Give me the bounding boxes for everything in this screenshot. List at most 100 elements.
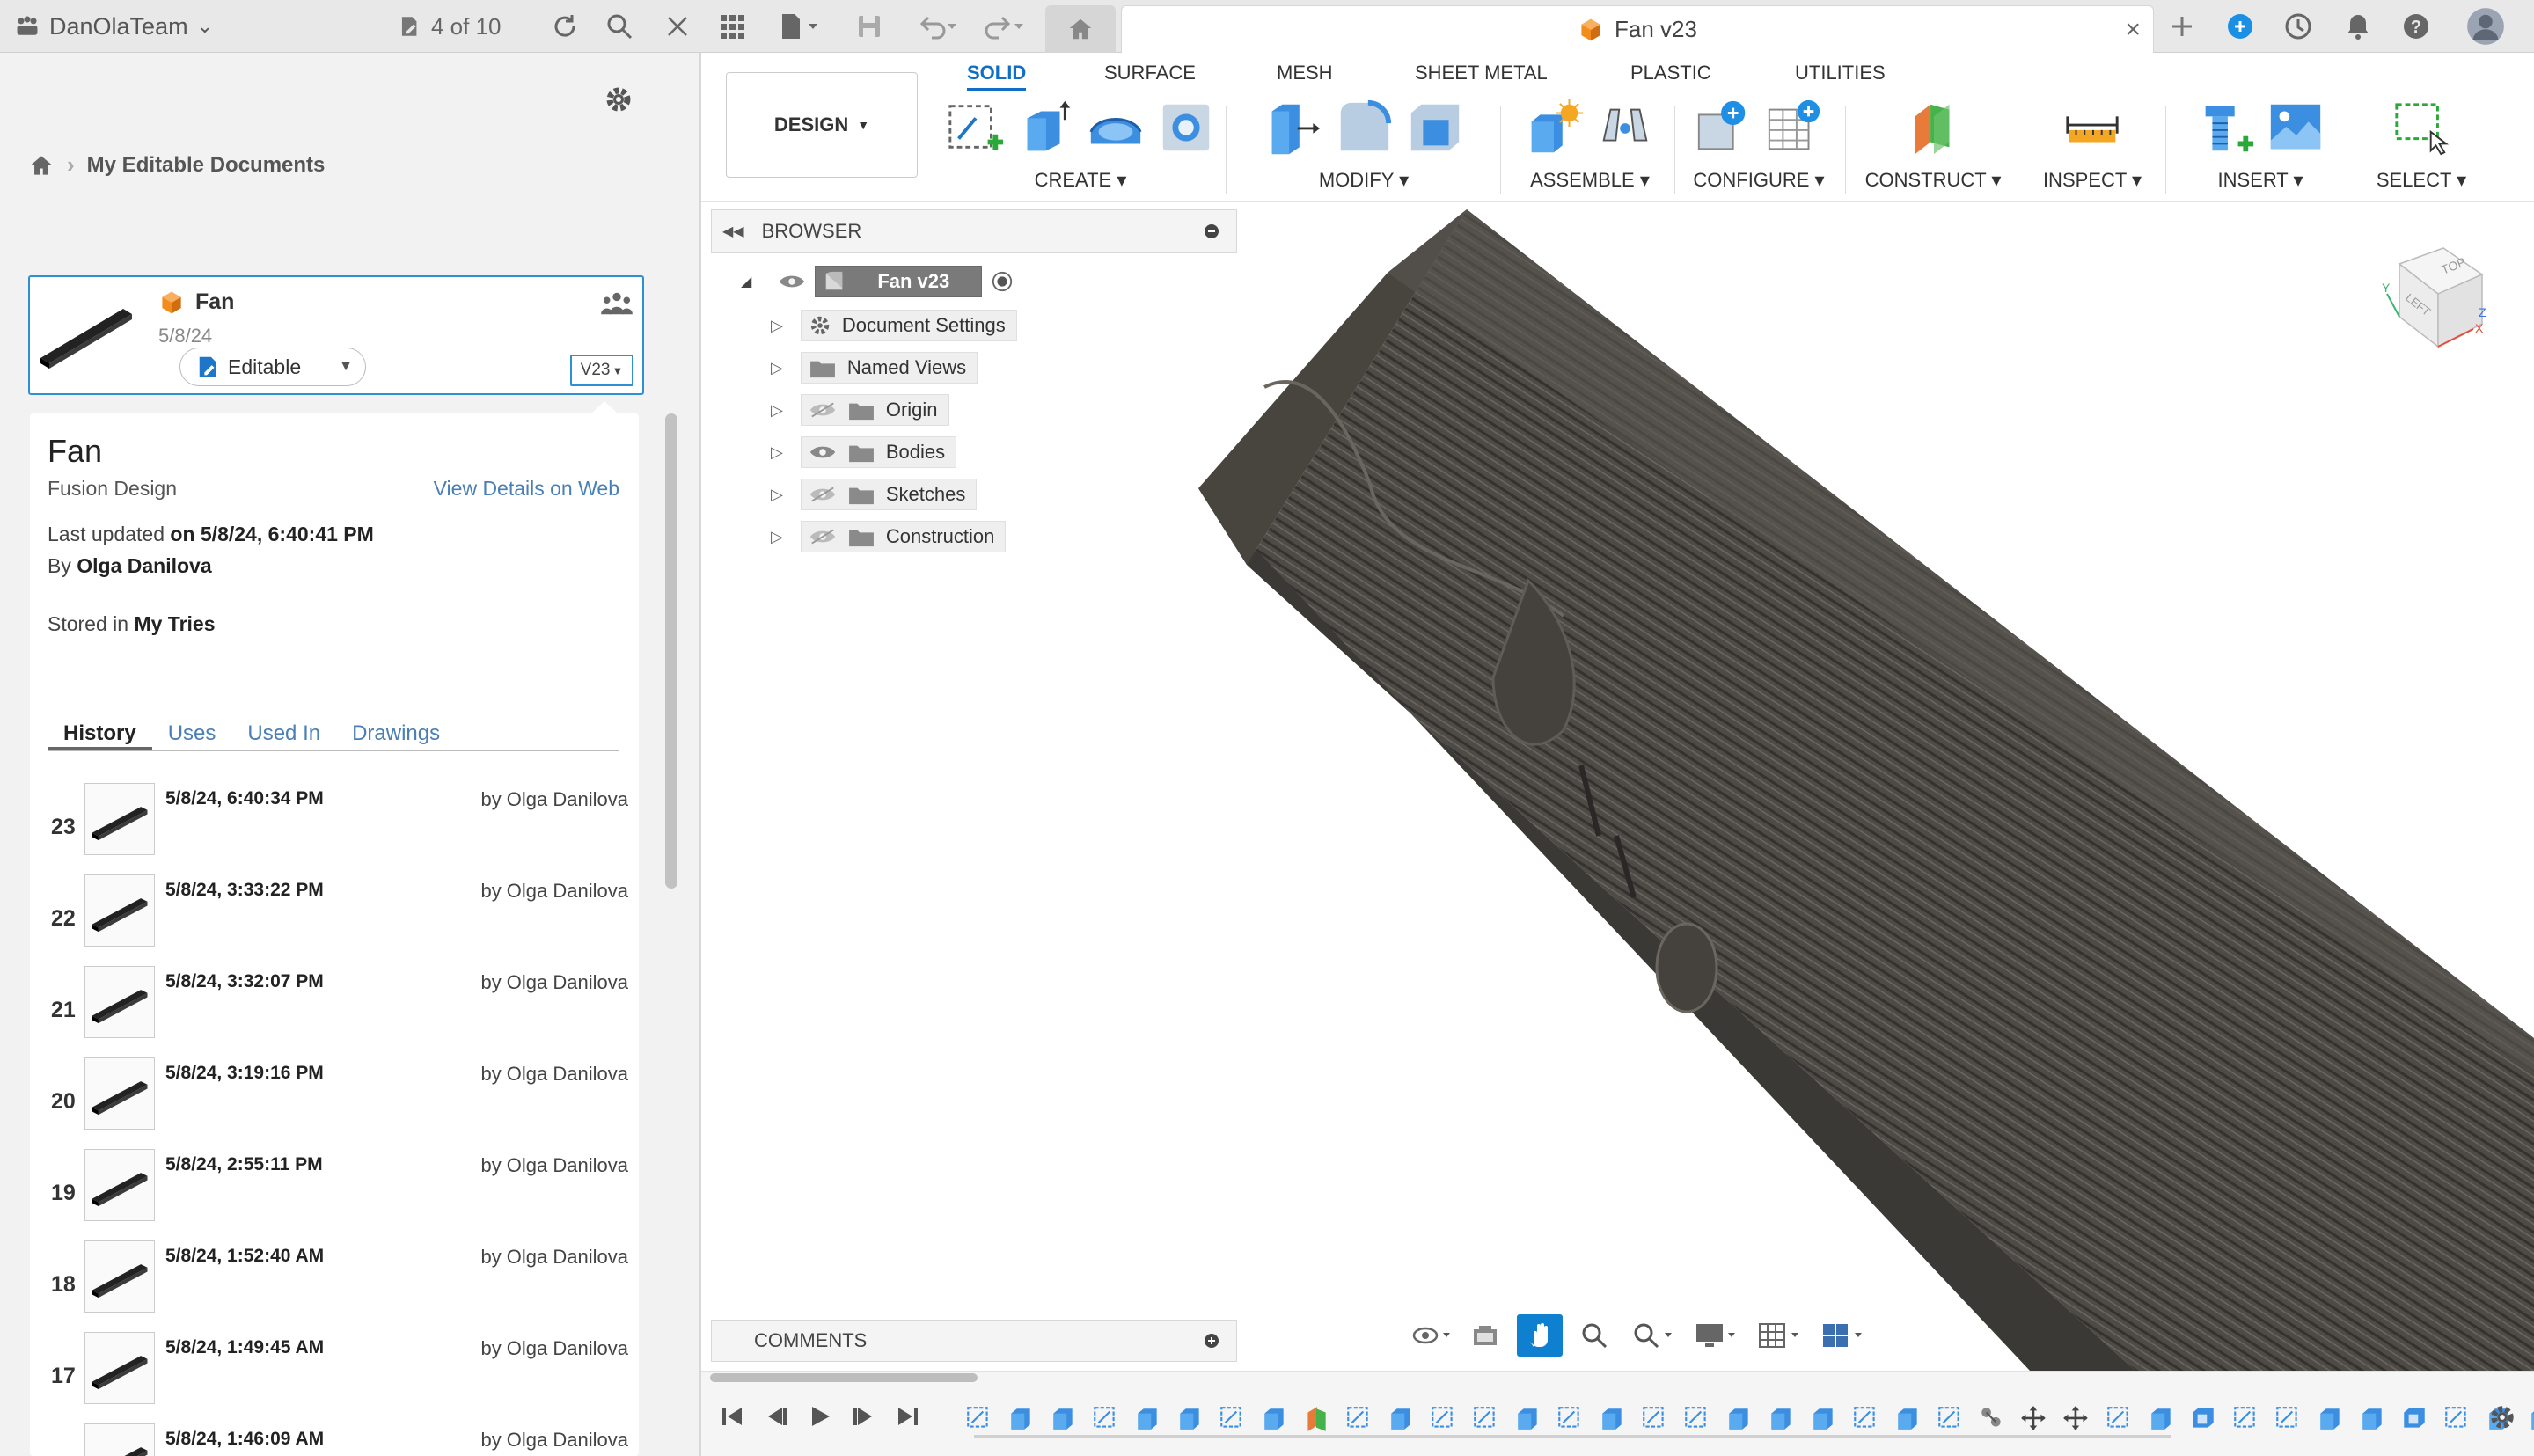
history-row[interactable]: 19 5/8/24, 2:55:11 PM by Olga Danilova: [48, 1149, 628, 1240]
document-tab[interactable]: Fan v23 ×: [1121, 5, 2154, 53]
assemble-menu[interactable]: ASSEMBLE ▾: [1530, 169, 1650, 192]
shell-icon[interactable]: [1404, 98, 1464, 157]
look-at-icon[interactable]: [1462, 1314, 1508, 1357]
help-icon[interactable]: ?: [2399, 9, 2434, 44]
go-to-end-icon[interactable]: [895, 1403, 921, 1430]
insert-canvas-icon[interactable]: [2266, 98, 2325, 157]
history-row[interactable]: 17 5/8/24, 1:49:45 AM by Olga Danilova: [48, 1332, 628, 1423]
version-count[interactable]: 4 of 10: [398, 9, 502, 44]
tab-surface[interactable]: SURFACE: [1104, 62, 1196, 84]
timeline-feature-icon[interactable]: [2401, 1405, 2428, 1433]
orbit-icon[interactable]: [1408, 1314, 1454, 1357]
timeline-feature-icon[interactable]: [1894, 1405, 1921, 1433]
timeline-feature-icon[interactable]: [1388, 1405, 1414, 1433]
timeline-feature-icon[interactable]: [1050, 1405, 1076, 1433]
timeline-feature-icon[interactable]: [1768, 1405, 1794, 1433]
measure-icon[interactable]: [2062, 98, 2122, 157]
extensions-icon[interactable]: [2223, 9, 2258, 44]
create-sketch-icon[interactable]: [945, 98, 1005, 157]
timeline-feature-icon[interactable]: [2190, 1405, 2216, 1433]
expand-triangle-icon[interactable]: ▷: [771, 486, 783, 504]
timeline-feature-icon[interactable]: [1303, 1405, 1329, 1433]
timeline-feature-icon[interactable]: [2063, 1405, 2090, 1433]
home-icon[interactable]: [28, 152, 55, 179]
redo-icon[interactable]: [978, 9, 1031, 44]
view-details-link[interactable]: View Details on Web: [434, 477, 619, 501]
configure-design-icon[interactable]: [1694, 98, 1754, 157]
window-select-icon[interactable]: [2391, 98, 2451, 157]
view-cube[interactable]: TOP LEFT Y X Z: [2347, 229, 2505, 387]
timeline-feature-icon[interactable]: [1261, 1405, 1287, 1433]
browser-node-sketches[interactable]: ▷ Sketches: [771, 479, 978, 510]
create-menu[interactable]: CREATE ▾: [1035, 169, 1127, 192]
offset-plane-icon[interactable]: [1903, 98, 1963, 157]
collapse-panel-icon[interactable]: ◀◀: [722, 223, 744, 240]
extrude-icon[interactable]: [1015, 98, 1075, 157]
timeline-feature-icon[interactable]: [1219, 1405, 1245, 1433]
tab-used-in[interactable]: Used In: [231, 721, 336, 750]
timeline-feature-icon[interactable]: [2232, 1405, 2259, 1433]
timeline-feature-icon[interactable]: [1683, 1405, 1710, 1433]
tab-uses[interactable]: Uses: [152, 721, 232, 750]
grid-settings-icon[interactable]: [1753, 1314, 1807, 1357]
comments-panel[interactable]: COMMENTS: [711, 1320, 1237, 1362]
search-icon[interactable]: [602, 9, 637, 44]
construct-menu[interactable]: CONSTRUCT ▾: [1865, 169, 2002, 192]
eye-icon[interactable]: [809, 443, 837, 461]
inspect-menu[interactable]: INSPECT ▾: [2043, 169, 2142, 192]
timeline-feature-icon[interactable]: [2274, 1405, 2301, 1433]
configuration-table-icon[interactable]: [1764, 98, 1824, 157]
timeline-feature-icon[interactable]: [2528, 1405, 2534, 1433]
history-row[interactable]: 22 5/8/24, 3:33:22 PM by Olga Danilova: [48, 874, 628, 966]
collapse-triangle-icon[interactable]: ◢: [741, 273, 751, 290]
expand-triangle-icon[interactable]: ▷: [771, 359, 783, 377]
configure-menu[interactable]: CONFIGURE ▾: [1693, 169, 1824, 192]
browser-node-construction[interactable]: ▷ Construction: [771, 521, 1007, 552]
history-row[interactable]: 165/8/24, 1:46:09 AMby Olga Danilova: [48, 1423, 628, 1456]
expand-triangle-icon[interactable]: ▷: [771, 528, 783, 546]
expand-triangle-icon[interactable]: ▷: [771, 317, 783, 335]
refresh-icon[interactable]: [547, 9, 582, 44]
close-icon[interactable]: [660, 9, 695, 44]
play-icon[interactable]: [807, 1403, 833, 1430]
history-row[interactable]: 21 5/8/24, 3:32:07 PM by Olga Danilova: [48, 966, 628, 1057]
workspace-switcher[interactable]: DESIGN ▼: [726, 72, 918, 178]
browser-node-named-views[interactable]: ▷ Named Views: [771, 352, 978, 384]
timeline-feature-icon[interactable]: [1345, 1405, 1372, 1433]
timeline-feature-icon[interactable]: [1514, 1405, 1541, 1433]
save-icon[interactable]: [852, 9, 887, 44]
viewports-icon[interactable]: [1816, 1314, 1871, 1357]
notifications-bell-icon[interactable]: [2340, 9, 2376, 44]
tab-history[interactable]: History: [48, 721, 152, 750]
active-radio-icon[interactable]: [991, 270, 1014, 293]
browser-panel-header[interactable]: ◀◀ BROWSER: [711, 209, 1237, 253]
job-status-icon[interactable]: [2281, 9, 2316, 44]
zoom-icon[interactable]: [1571, 1314, 1617, 1357]
joint-icon[interactable]: [1595, 98, 1655, 157]
timeline-feature-icon[interactable]: [2148, 1405, 2174, 1433]
timeline-feature-icon[interactable]: [1725, 1405, 1752, 1433]
tab-plastic[interactable]: PLASTIC: [1630, 62, 1711, 84]
expand-triangle-icon[interactable]: ▷: [771, 443, 783, 462]
tab-close-icon[interactable]: ×: [2125, 15, 2141, 45]
pin-icon[interactable]: [1203, 223, 1220, 240]
hole-icon[interactable]: [1156, 98, 1216, 157]
tab-mesh[interactable]: MESH: [1277, 62, 1333, 84]
timeline-feature-icon[interactable]: [1092, 1405, 1118, 1433]
timeline-feature-icon[interactable]: [1007, 1405, 1034, 1433]
fit-zoom-icon[interactable]: [1626, 1314, 1681, 1357]
insert-menu[interactable]: INSERT ▾: [2217, 169, 2303, 192]
display-settings-icon[interactable]: [1689, 1314, 1744, 1357]
apps-grid-icon[interactable]: [714, 9, 750, 44]
press-pull-icon[interactable]: [1263, 98, 1323, 157]
browser-node-origin[interactable]: ▷ Origin: [771, 394, 949, 426]
eye-hidden-icon[interactable]: [809, 528, 837, 545]
timeline-feature-icon[interactable]: [1430, 1405, 1456, 1433]
timeline-feature-icon[interactable]: [1852, 1405, 1879, 1433]
tab-utilities[interactable]: UTILITIES: [1795, 62, 1886, 84]
user-avatar[interactable]: [2464, 8, 2508, 45]
timeline-feature-icon[interactable]: [965, 1405, 992, 1433]
tab-solid[interactable]: SOLID: [967, 62, 1027, 91]
history-row[interactable]: 20 5/8/24, 3:19:16 PM by Olga Danilova: [48, 1057, 628, 1149]
modify-menu[interactable]: MODIFY ▾: [1319, 169, 1409, 192]
